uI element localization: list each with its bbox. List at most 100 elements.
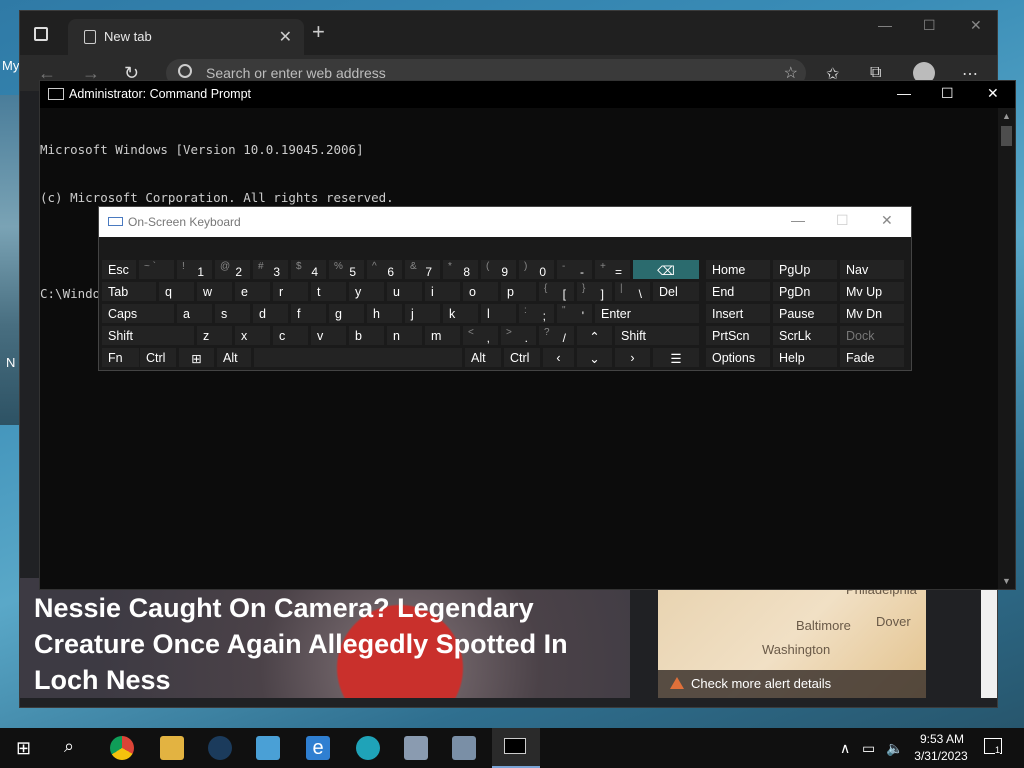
key-options[interactable]: Options <box>705 347 771 368</box>
edge-icon[interactable] <box>356 736 380 760</box>
key-help[interactable]: Help <box>772 347 838 368</box>
key-letter[interactable]: d <box>252 303 289 324</box>
key-tab[interactable]: Tab <box>101 281 157 302</box>
key-alt-right[interactable]: Alt <box>464 347 502 368</box>
key-number[interactable]: (9 <box>480 259 517 280</box>
key-pgup[interactable]: PgUp <box>772 259 838 280</box>
key-end[interactable]: End <box>705 281 771 302</box>
key-letter[interactable]: m <box>424 325 461 346</box>
key-number[interactable]: @2 <box>214 259 251 280</box>
key-symbol[interactable]: {[ <box>538 281 575 302</box>
minimize-icon[interactable]: — <box>791 212 805 228</box>
key-letter[interactable]: c <box>272 325 309 346</box>
key-number[interactable]: ^ 6 <box>366 259 403 280</box>
key-number[interactable]: ! 1 <box>176 259 213 280</box>
key-backspace[interactable]: ⌫ <box>632 259 700 280</box>
browser-scrollbar[interactable] <box>981 578 997 698</box>
key-number[interactable]: ~ ` <box>138 259 175 280</box>
key-symbol[interactable]: }] <box>576 281 613 302</box>
key-letter[interactable]: x <box>234 325 271 346</box>
key-shift-right[interactable]: Shift <box>614 325 700 346</box>
start-icon[interactable]: ⊞ <box>16 738 31 759</box>
close-icon[interactable]: ✕ <box>970 17 982 34</box>
key-letter[interactable]: f <box>290 303 327 324</box>
key-letter[interactable]: r <box>272 281 309 302</box>
key-letter[interactable]: l <box>480 303 517 324</box>
key-letter[interactable]: a <box>176 303 213 324</box>
key-number[interactable]: ) 0 <box>518 259 555 280</box>
key-letter[interactable]: o <box>462 281 499 302</box>
key-ctrl-right[interactable]: Ctrl <box>503 347 541 368</box>
clock-time[interactable]: 9:53 AM <box>912 732 972 746</box>
key-scrlk[interactable]: ScrLk <box>772 325 838 346</box>
key-letter[interactable]: s <box>214 303 251 324</box>
maximize-icon[interactable]: ☐ <box>836 212 849 229</box>
key-symbol[interactable]: :; <box>518 303 555 324</box>
desktop-icon-label[interactable]: N <box>6 355 15 370</box>
key-letter[interactable]: t <box>310 281 347 302</box>
key-letter[interactable]: j <box>404 303 441 324</box>
key-nav[interactable]: Nav <box>839 259 905 280</box>
key-letter[interactable]: q <box>158 281 195 302</box>
key-symbol[interactable]: " ' <box>556 303 593 324</box>
key-letter[interactable]: w <box>196 281 233 302</box>
key-enter[interactable]: Enter <box>594 303 700 324</box>
volume-icon[interactable]: 🔈 <box>886 740 903 757</box>
cmd-scrollbar[interactable]: ▲ ▼ <box>998 108 1015 589</box>
key-number[interactable]: % 5 <box>328 259 365 280</box>
key-number[interactable]: + = <box>594 259 631 280</box>
key-letter[interactable]: i <box>424 281 461 302</box>
tab-actions-icon[interactable] <box>34 27 48 41</box>
scroll-thumb[interactable] <box>1001 126 1012 146</box>
key-letter[interactable]: g <box>328 303 365 324</box>
key-letter[interactable]: k <box>442 303 479 324</box>
key-number[interactable]: #3 <box>252 259 289 280</box>
tab-new-tab[interactable]: New tab ✕ <box>68 19 304 55</box>
alert-bar[interactable]: Check more alert details <box>658 670 926 698</box>
key-right[interactable]: › <box>614 347 651 368</box>
key-symbol[interactable]: >. <box>500 325 537 346</box>
cmd-title-bar[interactable]: Administrator: Command Prompt — ☐ ✕ <box>40 81 1015 108</box>
internet-explorer-icon[interactable]: e <box>306 736 330 760</box>
key-number[interactable]: * 8 <box>442 259 479 280</box>
scroll-up-icon[interactable]: ▲ <box>1002 111 1011 121</box>
key-prtscn[interactable]: PrtScn <box>705 325 771 346</box>
key-mvdn[interactable]: Mv Dn <box>839 303 905 324</box>
key-windows[interactable]: ⊞ <box>178 347 215 368</box>
clock-date[interactable]: 3/31/2023 <box>908 749 974 763</box>
key-ctrl[interactable]: Ctrl <box>139 347 177 368</box>
key-letter[interactable]: h <box>366 303 403 324</box>
close-icon[interactable]: ✕ <box>881 212 893 229</box>
key-number[interactable]: & 7 <box>404 259 441 280</box>
key-insert[interactable]: Insert <box>705 303 771 324</box>
key-caps[interactable]: Caps <box>101 303 175 324</box>
key-shift[interactable]: Shift <box>101 325 195 346</box>
osk-title-bar[interactable]: On-Screen Keyboard — ☐ ✕ <box>99 207 911 237</box>
new-tab-icon[interactable]: + <box>312 21 325 43</box>
network-icon[interactable]: ▭ <box>862 740 875 757</box>
maximize-icon[interactable]: ☐ <box>923 17 936 34</box>
maximize-icon[interactable]: ☐ <box>941 85 954 102</box>
key-letter[interactable]: u <box>386 281 423 302</box>
key-dock[interactable]: Dock <box>839 325 905 346</box>
cmd-taskbar-button[interactable] <box>492 728 540 768</box>
news-headline[interactable]: Nessie Caught On Camera? Legendary Creat… <box>34 590 594 698</box>
key-letter[interactable]: e <box>234 281 271 302</box>
app-icon[interactable] <box>256 736 280 760</box>
key-down[interactable]: ⌄ <box>576 347 613 368</box>
minimize-icon[interactable]: — <box>878 17 892 33</box>
chevron-up-icon[interactable]: ∧ <box>840 740 850 757</box>
key-symbol[interactable]: ? / <box>538 325 575 346</box>
close-tab-icon[interactable]: ✕ <box>279 27 292 47</box>
key-mvup[interactable]: Mv Up <box>839 281 905 302</box>
key-alt[interactable]: Alt <box>216 347 252 368</box>
steam-icon[interactable] <box>208 736 232 760</box>
key-pgdn[interactable]: PgDn <box>772 281 838 302</box>
desktop-icon-label[interactable]: My <box>2 58 19 73</box>
key-letter[interactable]: b <box>348 325 385 346</box>
key-esc[interactable]: Esc <box>101 259 137 280</box>
minimize-icon[interactable]: — <box>897 85 911 101</box>
key-letter[interactable]: n <box>386 325 423 346</box>
remote-desktop-icon[interactable] <box>404 736 428 760</box>
close-icon[interactable]: ✕ <box>987 85 999 102</box>
